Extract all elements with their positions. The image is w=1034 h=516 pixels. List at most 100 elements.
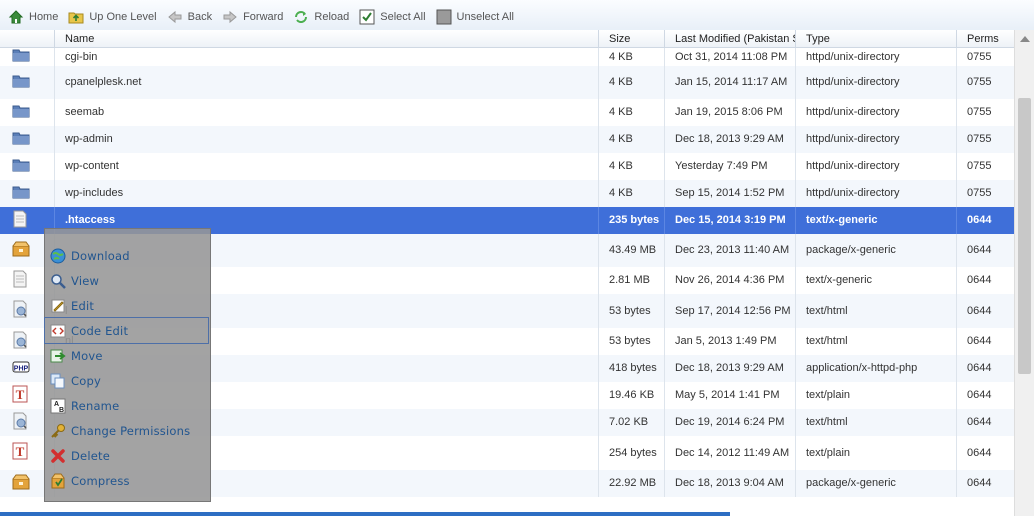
html-file-icon xyxy=(12,412,28,434)
table-row[interactable]: wp-admin 4 KB Dec 18, 2013 9:29 AM httpd/un… xyxy=(0,126,1014,153)
code-icon xyxy=(49,322,67,340)
globe-download-icon xyxy=(49,247,67,265)
file-modified-cell: Dec 19, 2014 6:24 PM xyxy=(665,409,796,436)
file-modified-cell: Dec 14, 2012 11:49 AM xyxy=(665,436,796,470)
file-perms-cell: 0755 xyxy=(967,160,992,172)
context-menu-item-change-permissions[interactable]: Change Permissions xyxy=(45,418,210,443)
file-type-cell: httpd/unix-directory xyxy=(796,180,957,207)
context-menu-item-view[interactable]: View xyxy=(45,268,210,293)
home-button[interactable]: Home xyxy=(4,6,62,28)
file-perms-cell: 0755 xyxy=(967,50,992,63)
context-menu-label: Copy xyxy=(71,373,101,388)
table-row[interactable]: wp-includes 4 KB Sep 15, 2014 1:52 PM httpd… xyxy=(0,180,1014,207)
file-perms-cell: 0644 xyxy=(967,389,992,401)
context-menu-label: Download xyxy=(71,248,130,263)
back-arrow-icon xyxy=(167,9,183,25)
file-modified-cell: Nov 26, 2014 4:36 PM xyxy=(665,267,796,294)
file-name-cell: wp-content xyxy=(55,153,599,180)
file-size-cell: 418 bytes xyxy=(599,355,665,382)
context-menu-item-download[interactable]: Download xyxy=(45,243,210,268)
forward-label: Forward xyxy=(243,10,284,23)
file-type-cell: text/plain xyxy=(796,436,957,470)
table-row[interactable]: cgi-bin 4 KB Oct 31, 2014 11:08 PM httpd/un… xyxy=(0,48,1014,66)
file-modified-cell: Yesterday 7:49 PM xyxy=(665,153,796,180)
table-row[interactable]: cpanelplesk.net 4 KB Jan 15, 2014 11:17 AM… xyxy=(0,66,1014,99)
file-size-cell: 4 KB xyxy=(599,66,665,99)
checkbox-checked-icon xyxy=(359,9,375,25)
pencil-icon xyxy=(49,297,67,315)
column-header-icon xyxy=(0,30,55,48)
file-type-cell: httpd/unix-directory xyxy=(796,99,957,126)
file-size-cell: 53 bytes xyxy=(599,328,665,355)
file-modified-cell: Oct 31, 2014 11:08 PM xyxy=(665,48,796,66)
up-one-level-label: Up One Level xyxy=(89,10,157,23)
file-type-cell: httpd/unix-directory xyxy=(796,153,957,180)
column-header-row: Name Size Last Modified (Pakistan S Type… xyxy=(0,30,1014,48)
context-menu-label: Code Edit xyxy=(71,323,129,338)
html-file-icon xyxy=(12,300,28,322)
text-file-icon xyxy=(12,270,28,292)
folder-icon xyxy=(12,130,30,150)
file-modified-cell: Jan 15, 2014 11:17 AM xyxy=(665,66,796,99)
context-menu-item-code-edit[interactable]: Code Edit xyxy=(44,317,209,344)
file-perms-cell: 0644 xyxy=(967,274,992,286)
context-menu-item-edit[interactable]: Edit xyxy=(45,293,210,318)
reload-button[interactable]: Reload xyxy=(289,6,353,28)
file-size-cell: 7.02 KB xyxy=(599,409,665,436)
folder-icon xyxy=(12,184,30,204)
package-icon xyxy=(12,241,30,261)
rename-icon: AB xyxy=(49,397,67,415)
file-modified-cell: Jan 19, 2015 8:06 PM xyxy=(665,99,796,126)
move-arrow-icon xyxy=(49,347,67,365)
forward-button[interactable]: Forward xyxy=(218,6,287,28)
svg-text:T: T xyxy=(16,387,25,402)
context-menu-item-compress[interactable]: Compress xyxy=(45,468,210,493)
up-one-level-button[interactable]: Up One Level xyxy=(64,6,160,28)
file-size-cell: 22.92 MB xyxy=(599,470,665,497)
file-name-cell: cgi-bin xyxy=(55,48,599,66)
toolbar: Home Up One Level Back Forward Reload Se… xyxy=(0,0,1034,34)
folder-icon xyxy=(12,103,30,123)
file-modified-cell: May 5, 2014 1:41 PM xyxy=(665,382,796,409)
file-type-icon-cell xyxy=(0,180,55,207)
file-name-cell: wp-includes xyxy=(55,180,599,207)
column-header-size[interactable]: Size xyxy=(599,30,665,48)
column-header-type[interactable]: Type xyxy=(796,30,957,48)
file-modified-cell: Dec 18, 2013 9:29 AM xyxy=(665,355,796,382)
scrollbar-thumb[interactable] xyxy=(1018,98,1031,374)
context-menu-item-delete[interactable]: Delete xyxy=(45,443,210,468)
plain-text-icon: T xyxy=(12,385,28,407)
file-perms-cell: 0644 xyxy=(967,446,992,459)
package-icon xyxy=(12,474,30,494)
scroll-up-arrow-icon[interactable] xyxy=(1020,36,1030,42)
forward-arrow-icon xyxy=(222,9,238,25)
context-menu-item-rename[interactable]: A B Rename xyxy=(45,393,210,418)
file-modified-cell: Dec 18, 2013 9:04 AM xyxy=(665,470,796,497)
html-file-icon xyxy=(12,331,28,353)
file-modified-cell: Sep 15, 2014 1:52 PM xyxy=(665,180,796,207)
unselect-all-label: Unselect All xyxy=(456,10,515,23)
vertical-scrollbar[interactable] xyxy=(1014,30,1034,516)
folder-icon xyxy=(12,157,30,177)
select-all-button[interactable]: Select All xyxy=(355,6,429,28)
file-size-cell: 53 bytes xyxy=(599,294,665,328)
table-row[interactable]: wp-content 4 KB Yesterday 7:49 PM httpd/uni… xyxy=(0,153,1014,180)
back-button[interactable]: Back xyxy=(163,6,216,28)
context-menu-item-move[interactable]: Move xyxy=(45,343,210,368)
folder-up-icon xyxy=(68,9,84,25)
column-header-perms[interactable]: Perms xyxy=(957,30,1014,48)
file-perms-cell: 0644 xyxy=(967,335,992,347)
context-menu-item-copy[interactable]: Copy xyxy=(45,368,210,393)
file-size-cell: 2.81 MB xyxy=(599,267,665,294)
column-header-modified[interactable]: Last Modified (Pakistan S xyxy=(665,30,796,48)
home-icon xyxy=(8,9,24,25)
file-type-cell: text/html xyxy=(796,328,957,355)
table-row[interactable]: seemab 4 KB Jan 19, 2015 8:06 PM httpd/unix… xyxy=(0,99,1014,126)
file-type-icon-cell xyxy=(0,99,55,126)
plain-text-icon: T xyxy=(12,442,28,464)
php-file-icon: PHP xyxy=(12,359,30,379)
home-label: Home xyxy=(29,10,59,23)
column-header-name[interactable]: Name xyxy=(55,30,599,48)
unselect-all-button[interactable]: Unselect All xyxy=(432,6,518,28)
file-perms-cell: 0644 xyxy=(967,214,992,226)
